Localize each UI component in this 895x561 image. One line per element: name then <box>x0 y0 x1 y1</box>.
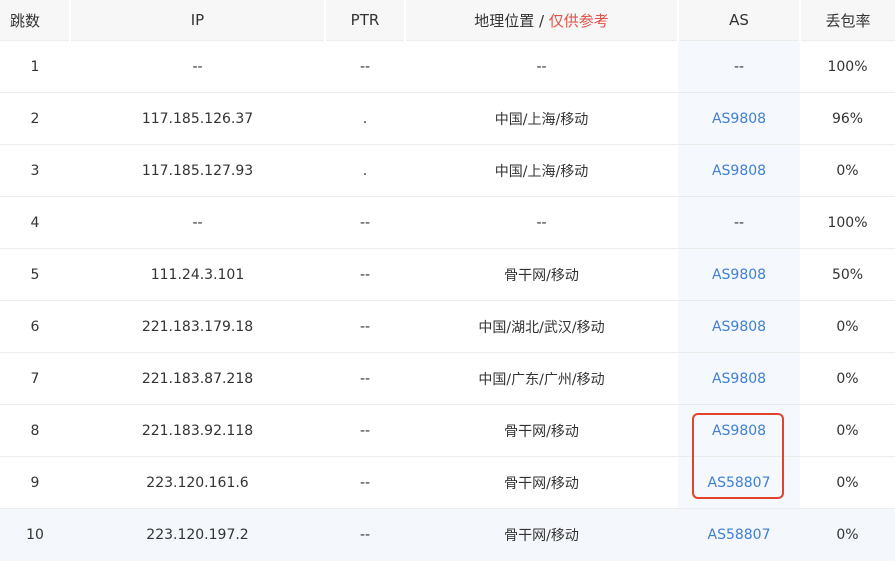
cell-loss: 0% <box>800 508 895 561</box>
table-row: 3 117.185.127.93. 中国/上海/移动 AS9808 0% <box>0 144 895 197</box>
cell-loss: 0% <box>800 300 895 353</box>
as-empty: -- <box>733 58 745 75</box>
header-geo-note: 仅供参考 <box>548 11 609 30</box>
header-hop: 跳数 <box>0 0 71 41</box>
cell-loss: 100% <box>800 196 895 249</box>
cell-hop: 9 <box>0 456 70 509</box>
header-loss: 丢包率 <box>800 0 895 41</box>
cell-as: AS9808 <box>678 300 800 353</box>
cell-ip: 223.120.161.6 <box>70 456 325 509</box>
cell-ip: -- <box>70 196 325 249</box>
table-row: 6 221.183.179.18 -- 中国/湖北/武汉/移动 AS9808 0% <box>0 300 895 353</box>
as-link[interactable]: AS9808 <box>712 267 766 283</box>
cell-ptr: -- <box>325 196 405 249</box>
cell-loss: 100% <box>800 40 895 93</box>
cell-as: AS9808 <box>678 144 800 197</box>
table-row: 8 221.183.92.118 -- 骨干网/移动 AS9808 0% <box>0 404 895 457</box>
header-as: AS <box>678 0 801 41</box>
as-link[interactable]: AS58807 <box>708 527 771 543</box>
cell-ptr: -- <box>325 456 405 509</box>
cell-as: AS9808 <box>678 404 800 457</box>
table-body: 1 -- -- -- -- 100% 2 117.185.126.37. 中国/上海/移动 AS9… <box>0 40 895 561</box>
header-geo: 地理位置 / 仅供参考 <box>405 0 679 41</box>
cell-ip: 117.185.127.93 <box>70 144 325 197</box>
cell-loss: 96% <box>800 92 895 145</box>
cell-loss: 50% <box>800 248 895 301</box>
cell-hop: 7 <box>0 352 70 405</box>
header-geo-label: 地理位置 / <box>474 11 549 30</box>
cell-geo: 骨干网/移动 <box>405 248 678 301</box>
cell-as: AS9808 <box>678 352 800 405</box>
cell-hop: 3 <box>0 144 70 197</box>
cell-loss: 0% <box>800 144 895 197</box>
cell-as: -- <box>678 40 800 93</box>
traceroute-table: 跳数 IP PTR 地理位置 / 仅供参考 AS 丢包率 1 -- -- -- -- 10… <box>0 0 895 561</box>
as-link[interactable]: AS9808 <box>712 163 766 179</box>
cell-geo: -- <box>405 40 678 93</box>
cell-ptr: -- <box>325 40 405 93</box>
cell-ptr: . <box>325 144 405 197</box>
header-ip: IP <box>70 0 326 41</box>
cell-as: AS9808 <box>678 248 800 301</box>
table-row: 2 117.185.126.37. 中国/上海/移动 AS9808 96% <box>0 92 895 145</box>
cell-hop: 8 <box>0 404 70 457</box>
table-row: 10 223.120.197.2 -- 骨干网/移动 AS58807 0% <box>0 508 895 561</box>
cell-ptr: -- <box>325 508 405 561</box>
cell-geo: 骨干网/移动 <box>405 404 678 457</box>
as-link[interactable]: AS9808 <box>712 371 766 387</box>
cell-ip: 221.183.87.218 <box>70 352 325 405</box>
table-row: 7 221.183.87.218 -- 中国/广东/广州/移动 AS9808 0% <box>0 352 895 405</box>
cell-hop: 5 <box>0 248 70 301</box>
cell-ptr: -- <box>325 300 405 353</box>
cell-ptr: -- <box>325 404 405 457</box>
cell-loss: 0% <box>800 352 895 405</box>
table-row: 9 223.120.161.6 -- 骨干网/移动 AS58807 0% <box>0 456 895 509</box>
cell-hop: 4 <box>0 196 70 249</box>
cell-hop: 1 <box>0 40 70 93</box>
table-header: 跳数 IP PTR 地理位置 / 仅供参考 AS 丢包率 <box>0 0 895 41</box>
as-link[interactable]: AS9808 <box>712 319 766 335</box>
cell-loss: 0% <box>800 404 895 457</box>
cell-geo: 中国/广东/广州/移动 <box>405 352 678 405</box>
cell-ip: 117.185.126.37 <box>70 92 325 145</box>
cell-ptr: -- <box>325 248 405 301</box>
cell-as: AS9808 <box>678 92 800 145</box>
cell-ip: 221.183.92.118 <box>70 404 325 457</box>
cell-geo: 骨干网/移动 <box>405 508 678 561</box>
cell-hop: 6 <box>0 300 70 353</box>
as-link[interactable]: AS9808 <box>712 111 766 127</box>
cell-geo: 中国/上海/移动 <box>405 144 678 197</box>
as-link[interactable]: AS9808 <box>712 423 766 439</box>
cell-as: -- <box>678 196 800 249</box>
cell-hop: 10 <box>0 508 70 561</box>
cell-geo: 中国/湖北/武汉/移动 <box>405 300 678 353</box>
cell-ip: 223.120.197.2 <box>70 508 325 561</box>
cell-ip: -- <box>70 40 325 93</box>
header-ptr: PTR <box>325 0 406 41</box>
cell-geo: -- <box>405 196 678 249</box>
table-row: 1 -- -- -- -- 100% <box>0 40 895 93</box>
cell-ptr: -- <box>325 352 405 405</box>
traceroute-panel: 跳数 IP PTR 地理位置 / 仅供参考 AS 丢包率 1 -- -- -- -- 10… <box>0 0 895 561</box>
as-empty: -- <box>733 214 745 231</box>
cell-ip: 221.183.179.18 <box>70 300 325 353</box>
as-link[interactable]: AS58807 <box>708 475 771 491</box>
cell-ptr: . <box>325 92 405 145</box>
cell-hop: 2 <box>0 92 70 145</box>
table-row: 4 -- -- -- -- 100% <box>0 196 895 249</box>
cell-as: AS58807 <box>678 456 800 509</box>
cell-geo: 中国/上海/移动 <box>405 92 678 145</box>
cell-loss: 0% <box>800 456 895 509</box>
cell-ip: 111.24.3.101 <box>70 248 325 301</box>
table-row: 5 111.24.3.101 -- 骨干网/移动 AS9808 50% <box>0 248 895 301</box>
cell-as: AS58807 <box>678 508 800 561</box>
cell-geo: 骨干网/移动 <box>405 456 678 509</box>
